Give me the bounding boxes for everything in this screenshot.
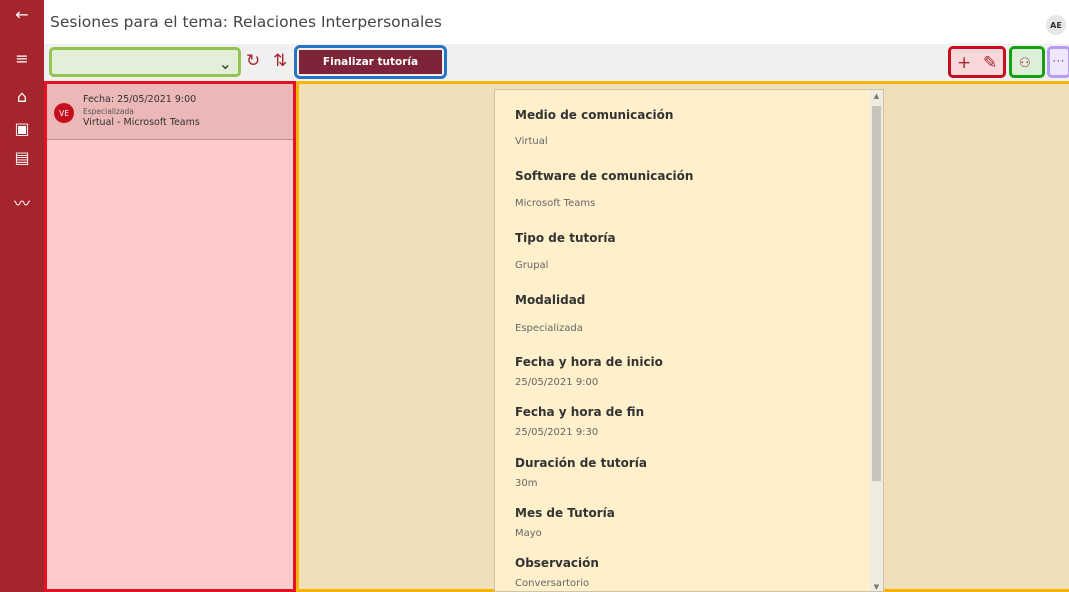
menu-icon[interactable]: ≡ (0, 44, 44, 72)
header-bar: Sesiones para el tema: Relaciones Interp… (44, 0, 1069, 44)
chevron-down-icon: ⌄ (218, 54, 232, 73)
field-label: Mes de Tutoría (515, 506, 615, 520)
field-label: Software de comunicación (515, 169, 694, 183)
field-value: Virtual (515, 136, 548, 147)
field-value: Especializada (515, 323, 583, 334)
field-label: Duración de tutoría (515, 456, 648, 470)
session-type: Especializada (83, 107, 134, 116)
field-value: 30m (515, 478, 538, 489)
plus-icon[interactable]: + (957, 53, 971, 73)
scroll-down-icon[interactable]: ▼ (870, 583, 883, 591)
field-label: Fecha y hora de fin (515, 405, 645, 419)
people-icon[interactable]: ⚇ (1019, 56, 1031, 71)
finalize-tutoring-button[interactable]: Finalizar tutoría (299, 50, 442, 74)
field-label: Observación (515, 556, 599, 570)
finalize-button-frame: Finalizar tutoría (294, 45, 447, 79)
refresh-icon[interactable]: ↻ (246, 51, 260, 71)
toolbar: ⌄ ↻ ⇅ Finalizar tutoría + ✎ ⚇ ⋯ (44, 44, 1069, 81)
sessions-list: VE Fecha: 25/05/2021 9:00 Especializada … (44, 81, 296, 592)
list-item[interactable]: VE Fecha: 25/05/2021 9:00 Especializada … (47, 84, 293, 140)
field-value: 25/05/2021 9:30 (515, 427, 599, 438)
field-label: Fecha y hora de inicio (515, 355, 663, 369)
field-value: Mayo (515, 528, 542, 539)
people-group: ⚇ (1009, 46, 1045, 78)
more-icon[interactable]: ⋯ (1052, 54, 1065, 69)
field-label: Modalidad (515, 293, 586, 307)
session-mode: Virtual - Microsoft Teams (83, 117, 200, 128)
contact-card-icon[interactable]: ▣ (0, 114, 44, 142)
details-panel: Medio de comunicación Virtual Software d… (296, 81, 1069, 592)
avatar[interactable]: AE (1046, 15, 1066, 35)
details-form: Medio de comunicación Virtual Software d… (494, 89, 884, 592)
arrow-left-icon[interactable]: ← (0, 0, 44, 28)
pencil-icon[interactable]: ✎ (983, 53, 997, 73)
scroll-up-icon[interactable]: ▲ (870, 92, 883, 100)
chart-icon[interactable]: 〰 (0, 188, 44, 216)
pdf-icon[interactable]: ▤ (0, 143, 44, 171)
field-value: Microsoft Teams (515, 198, 596, 209)
page-title: Sesiones para el tema: Relaciones Interp… (50, 13, 442, 31)
vertical-scrollbar[interactable]: ▲ ▼ (870, 90, 883, 591)
app-nav-rail: ← ≡ ⌂ ▣ ▤ 〰 (0, 0, 44, 592)
edit-actions-group: + ✎ (948, 46, 1006, 78)
field-value: Grupal (515, 260, 549, 271)
more-group: ⋯ (1047, 46, 1069, 78)
field-value: Conversartorio (515, 578, 590, 589)
field-label: Tipo de tutoría (515, 231, 616, 245)
sort-icon[interactable]: ⇅ (273, 51, 287, 71)
filter-dropdown[interactable]: ⌄ (49, 47, 241, 77)
scrollbar-thumb[interactable] (872, 106, 881, 481)
field-label: Medio de comunicación (515, 108, 674, 122)
session-date: Fecha: 25/05/2021 9:00 (83, 94, 197, 105)
home-icon[interactable]: ⌂ (0, 82, 44, 110)
field-value: 25/05/2021 9:00 (515, 377, 599, 388)
avatar: VE (54, 103, 74, 123)
